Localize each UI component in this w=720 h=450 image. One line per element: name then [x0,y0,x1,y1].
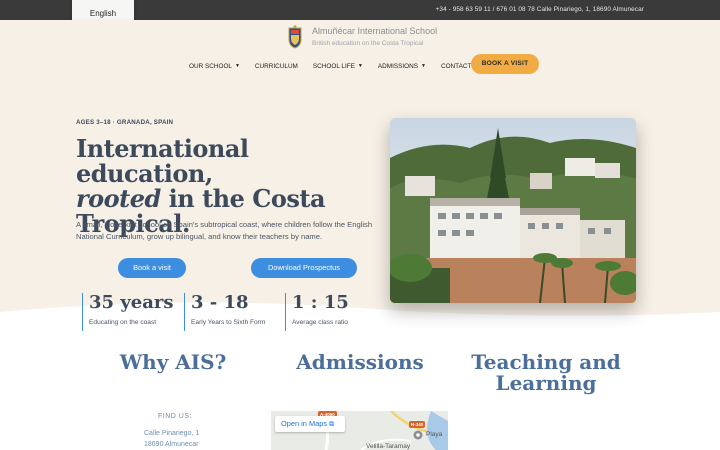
stat-value: 3 - 18 [191,292,249,313]
nav-label: ADMISSIONS [377,62,419,70]
chevron-down-icon: ▼ [421,63,426,69]
address-line-1: Calle Pinariego, 1 [144,430,200,437]
nav-label: CONTACT [440,62,472,70]
book-a-visit-button[interactable]: Book a visit [118,258,186,278]
location-map[interactable]: A-4050 N-340 Open in Maps ⧉ Playa Velill… [271,411,448,450]
stat-label: Educating on the coast [89,319,157,326]
school-crest-icon[interactable] [287,25,303,49]
school-name[interactable]: Almuñécar International School [312,26,437,36]
heading-teaching-learning: Teaching and Learning [470,352,622,394]
nav-label: OUR SCHOOL [189,62,232,70]
nav-label: SCHOOL LIFE [312,62,355,70]
stat-ratio: 1 : 15 Average class ratio [285,293,349,331]
road-badge-n340: N-340 [409,421,426,428]
nav-label: CURRICULUM [254,62,298,70]
chevron-down-icon: ▼ [357,63,363,69]
site-header: Almuñécar International School British e… [0,20,720,81]
stat-ages: 3 - 18 Early Years to Sixth Form [184,293,265,331]
stat-value: 35 years [89,292,174,313]
stat-label: Early Years to Sixth Form [191,319,266,326]
address-line-2: 18690 Almunecar [144,441,199,448]
nav-school-life[interactable]: SCHOOL LIFE ▼ [313,63,363,70]
heading-line-2: Learning [495,371,597,395]
nav-curriculum[interactable]: CURRICULUM [255,63,298,70]
nav-our-school[interactable]: OUR SCHOOL ▼ [189,63,240,70]
stat-years: 35 years Educating on the coast [82,293,174,331]
open-in-maps-button[interactable]: Open in Maps ⧉ [275,416,345,432]
download-prospectus-button[interactable]: Download Prospectus [251,258,357,278]
find-us-label: FIND US: [158,413,192,420]
school-tagline: British education on the Costa Tropical [312,40,424,47]
heading-admissions: Admissions [296,350,424,374]
open-in-maps-label: Open in Maps [281,419,328,428]
map-place-velilla: Velilla-Taramay [366,443,411,450]
map-place-playa: Playa [426,431,443,438]
hero-description: A small, close-knit school on Spain's su… [76,220,373,242]
contact-info: +34 - 958 63 59 11 / 676 01 08 78 Calle … [435,6,644,13]
nav-admissions[interactable]: ADMISSIONS ▼ [378,63,426,70]
school-photo [390,118,636,303]
book-visit-button[interactable]: BOOK A VISIT [471,54,539,74]
school-building-illustration [390,118,636,303]
external-link-icon: ⧉ [329,421,335,428]
main-nav: OUR SCHOOL ▼ CURRICULUM SCHOOL LIFE ▼ ADMI… [189,60,494,72]
stat-value: 1 : 15 [292,292,349,313]
chevron-down-icon: ▼ [234,63,240,69]
heading-why-ais: Why AIS? [119,350,227,374]
headline-line-1: International education, [76,134,249,188]
stat-label: Average class ratio [292,319,348,326]
hero-eyebrow: AGES 3–18 · GRANADA, SPAIN [76,119,174,126]
